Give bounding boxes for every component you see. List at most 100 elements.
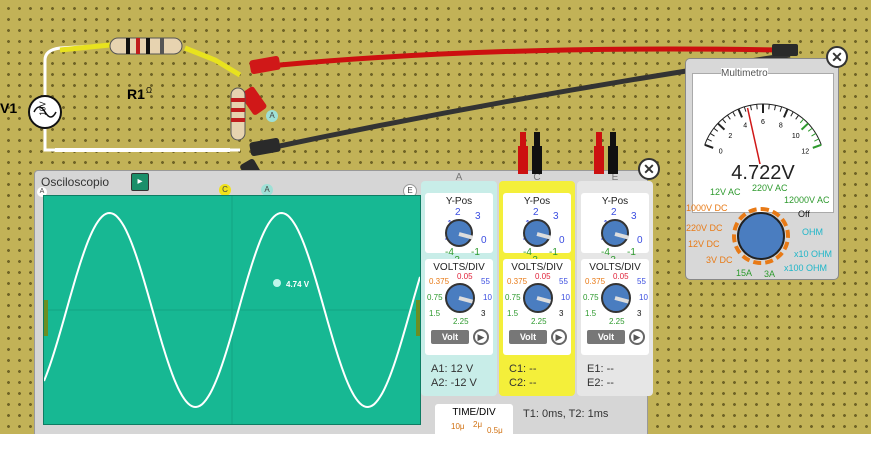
volts-div-tick: 0.05	[613, 272, 629, 281]
volts-div-tick: 0.75	[427, 293, 443, 302]
scale-tick	[799, 118, 804, 124]
oscilloscope-panel[interactable]: Osciloscopio ▸ A C A E 4.74 V AY-Pos2314…	[34, 170, 653, 434]
selector-setting[interactable]: 15A	[736, 268, 752, 278]
volts-div-tick: 3	[637, 309, 642, 318]
selector-setting[interactable]: 3A	[764, 269, 775, 279]
trace-value-label: 4.74 V	[286, 280, 310, 289]
volts-div-panel: VOLTS/DIV 0.05 0.375 55 0.75 10 1.5 3 2.25 Volt ▶	[581, 259, 649, 355]
scale-tick	[709, 133, 715, 137]
volts-div-panel: VOLTS/DIV 0.05 0.375 55 0.75 10 1.5 3 2.25 Volt ▶	[503, 259, 571, 355]
scale-tick	[706, 138, 712, 142]
ypos-tick: 0	[637, 235, 643, 246]
status-strip	[0, 434, 871, 460]
scale-tick	[790, 111, 794, 117]
oscilloscope-screen[interactable]: 4.74 V	[43, 195, 421, 425]
selector-setting[interactable]: 220V DC	[686, 223, 723, 233]
volts-div-tick: 0.75	[583, 293, 599, 302]
selector-setting[interactable]: x100 OHM	[784, 263, 827, 273]
multimeter-needle	[746, 107, 762, 169]
volts-div-knob[interactable]	[445, 283, 475, 313]
selector-setting[interactable]: 220V AC	[752, 183, 788, 193]
volts-div-knob[interactable]	[601, 283, 631, 313]
scale-tick	[779, 106, 783, 112]
left-level-handle[interactable]	[44, 300, 48, 336]
yellow-wire	[59, 42, 111, 53]
breadboard-canvas[interactable]: V1 10V R1 Ω A Osciloscopio ▸ A C A E 4.7…	[0, 0, 871, 434]
volt-button[interactable]: Volt	[587, 330, 625, 344]
trace-cursor	[273, 279, 281, 287]
ypos-knob[interactable]	[445, 219, 473, 247]
selector-setting[interactable]: 1000V DC	[686, 203, 728, 213]
multimeter-reading: 4.722V	[731, 162, 795, 184]
scale-label: 4	[743, 123, 747, 130]
ypos-knob[interactable]	[523, 219, 551, 247]
right-level-handle[interactable]	[416, 300, 420, 336]
channel-panel: AY-Pos23140-4-1-3-2VOLTS/DIV0.050.375550…	[421, 172, 497, 396]
ypos-knob[interactable]	[601, 219, 629, 247]
channel-probe-plugs	[518, 132, 618, 174]
volts-div-tick: 3	[481, 309, 486, 318]
channel-readout-2: E2: --	[587, 377, 614, 389]
selector-setting[interactable]: 12V DC	[688, 239, 720, 249]
multimeter-panel[interactable]: Multimetro 0 2 4 6 8 10 12 4.722V 12V AC 220V A…	[685, 58, 839, 280]
volts-div-tick: 0.375	[507, 277, 528, 286]
arrow-right-icon[interactable]: ▶	[551, 329, 567, 345]
oscilloscope-toggle-icon[interactable]: ▸	[131, 173, 149, 191]
scale-tick	[783, 108, 789, 118]
scale-tick	[756, 104, 758, 110]
scale-tick	[800, 122, 809, 131]
scale-tick	[732, 111, 736, 117]
channel-panel: EY-Pos23140-4-1-3-2VOLTS/DIV0.050.375550…	[577, 172, 653, 396]
source-value: 10V	[38, 101, 48, 116]
scale-tick	[814, 138, 820, 142]
timediv-tick: 10μ	[451, 422, 465, 431]
selector-setting[interactable]: 12000V AC	[784, 195, 830, 205]
selector-setting[interactable]: 3V DC	[706, 255, 733, 265]
ypos-tick: 0	[559, 235, 565, 246]
scale-tick	[737, 108, 743, 118]
volt-button[interactable]: Volt	[509, 330, 547, 344]
volts-div-tick: 2.25	[531, 317, 547, 326]
volts-div-tick: 0.375	[585, 277, 606, 286]
channel-readout-1: E1: --	[587, 363, 614, 375]
scale-tick	[807, 127, 813, 132]
scale-tick	[722, 118, 727, 124]
volts-div-tick: 1.5	[507, 309, 519, 318]
ypos-tick: -1	[471, 247, 480, 258]
arrow-right-icon[interactable]: ▶	[629, 329, 645, 345]
ypos-label: Y-Pos	[445, 196, 473, 207]
selector-setting[interactable]: x10 OHM	[794, 249, 832, 259]
multimeter-close-icon[interactable]: ✕	[826, 46, 848, 68]
volts-div-panel: VOLTS/DIV 0.05 0.375 55 0.75 10 1.5 3 2.25 Volt ▶	[425, 259, 493, 355]
scale-tick	[768, 104, 770, 110]
volts-div-tick: 3	[559, 309, 564, 318]
resistor-unit: Ω	[146, 86, 152, 95]
waveform-display	[44, 196, 420, 424]
scale-label: 8	[779, 123, 783, 130]
resistor-label[interactable]: R1	[127, 86, 145, 102]
scale-label: 2	[728, 133, 732, 140]
scale-label: 6	[761, 119, 765, 126]
channel-readout-2: C2: --	[509, 377, 537, 389]
channel-readout-2: A2: -12 V	[431, 377, 477, 389]
volts-div-tick: 10	[483, 293, 492, 302]
scale-tick	[704, 143, 714, 149]
white-wire	[43, 110, 240, 152]
oscilloscope-close-icon[interactable]: ✕	[638, 158, 660, 180]
ypos-panel: Y-Pos23140-4-1-3-2	[581, 193, 649, 270]
timediv-label: TIME/DIV	[452, 407, 496, 418]
scale-tick	[811, 133, 817, 137]
scale-tick	[774, 105, 777, 111]
selector-setting[interactable]: 12V AC	[710, 187, 741, 197]
selector-knob[interactable]	[737, 212, 785, 260]
selector-setting[interactable]: Off	[798, 209, 810, 219]
ypos-tick: 2	[455, 207, 461, 218]
arrow-right-icon[interactable]: ▶	[473, 329, 489, 345]
ypos-tick: -1	[627, 247, 636, 258]
ypos-tick: 3	[475, 211, 481, 222]
scale-tick	[713, 127, 719, 132]
volts-div-knob[interactable]	[523, 283, 553, 313]
multimeter-analog-scale: 0 2 4 6 8 10 12	[704, 103, 822, 169]
volt-button[interactable]: Volt	[431, 330, 469, 344]
selector-setting[interactable]: OHM	[802, 227, 823, 237]
